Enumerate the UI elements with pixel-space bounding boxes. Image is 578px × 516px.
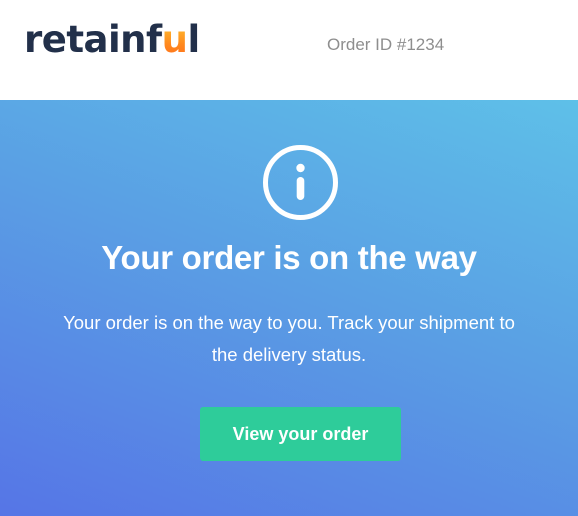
retainful-logo: retainful bbox=[24, 18, 200, 61]
shipment-message: Your order is on the way to you. Track y… bbox=[14, 307, 564, 371]
headline: Your order is on the way bbox=[101, 239, 477, 276]
order-id: Order ID #1234 bbox=[327, 35, 445, 54]
email-header: retainful Order ID #1234 bbox=[0, 0, 578, 100]
message-line-2: the delivery status. bbox=[211, 344, 367, 365]
view-order-button[interactable]: View your order bbox=[200, 407, 401, 461]
message-line-1: Your order is on the way to you. Track y… bbox=[63, 312, 515, 333]
hero-banner: Your order is on the way Your order is o… bbox=[0, 100, 578, 516]
order-notification-email: retainful Order ID #1234 Your order is o… bbox=[0, 0, 578, 516]
info-icon bbox=[263, 145, 338, 220]
